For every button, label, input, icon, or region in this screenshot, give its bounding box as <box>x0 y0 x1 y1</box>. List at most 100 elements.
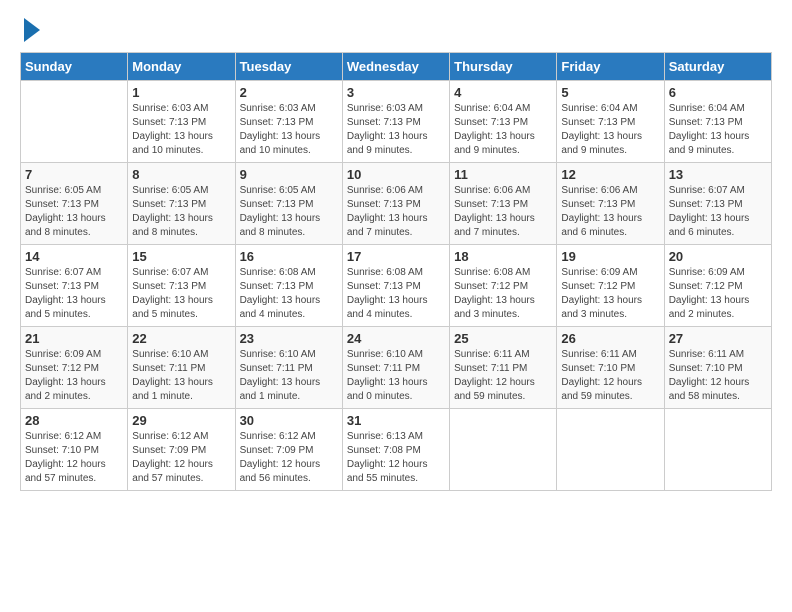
day-info: Sunrise: 6:06 AM Sunset: 7:13 PM Dayligh… <box>454 184 552 240</box>
weekday-header-wednesday: Wednesday <box>342 53 449 81</box>
calendar-cell: 9 Sunrise: 6:05 AM Sunset: 7:13 PM Daylig… <box>235 163 342 245</box>
day-number: 6 <box>669 85 767 100</box>
calendar-week-row: 28 Sunrise: 6:12 AM Sunset: 7:10 PM Dayli… <box>21 409 772 491</box>
day-info: Sunrise: 6:06 AM Sunset: 7:13 PM Dayligh… <box>347 184 445 240</box>
calendar-week-row: 21 Sunrise: 6:09 AM Sunset: 7:12 PM Dayli… <box>21 327 772 409</box>
day-number: 31 <box>347 413 445 428</box>
calendar-cell: 23Sunrise: 6:10 AM Sunset: 7:11 PM Dayli… <box>235 327 342 409</box>
calendar-cell: 6 Sunrise: 6:04 AM Sunset: 7:13 PM Daylig… <box>664 81 771 163</box>
day-number: 28 <box>25 413 123 428</box>
calendar-cell: 19 Sunrise: 6:09 AM Sunset: 7:12 PM Dayli… <box>557 245 664 327</box>
day-number: 7 <box>25 167 123 182</box>
day-info: Sunrise: 6:03 AM Sunset: 7:13 PM Dayligh… <box>132 102 230 158</box>
calendar-cell <box>450 409 557 491</box>
calendar-cell <box>21 81 128 163</box>
day-number: 4 <box>454 85 552 100</box>
day-info: Sunrise: 6:05 AM Sunset: 7:13 PM Dayligh… <box>25 184 123 240</box>
calendar-cell <box>557 409 664 491</box>
day-info: Sunrise: 6:12 AM Sunset: 7:10 PM Dayligh… <box>25 430 123 486</box>
day-info: Sunrise: 6:09 AM Sunset: 7:12 PM Dayligh… <box>669 266 767 322</box>
day-number: 29 <box>132 413 230 428</box>
weekday-header-row: SundayMondayTuesdayWednesdayThursdayFrid… <box>21 53 772 81</box>
calendar-week-row: 7 Sunrise: 6:05 AM Sunset: 7:13 PM Daylig… <box>21 163 772 245</box>
day-info: Sunrise: 6:06 AM Sunset: 7:13 PM Dayligh… <box>561 184 659 240</box>
day-info: Sunrise: 6:11 AM Sunset: 7:10 PM Dayligh… <box>669 348 767 404</box>
day-info: Sunrise: 6:03 AM Sunset: 7:13 PM Dayligh… <box>347 102 445 158</box>
calendar-cell: 30 Sunrise: 6:12 AM Sunset: 7:09 PM Dayli… <box>235 409 342 491</box>
calendar-cell: 5 Sunrise: 6:04 AM Sunset: 7:13 PM Daylig… <box>557 81 664 163</box>
calendar-cell: 25 Sunrise: 6:11 AM Sunset: 7:11 PM Dayli… <box>450 327 557 409</box>
day-info: Sunrise: 6:05 AM Sunset: 7:13 PM Dayligh… <box>240 184 338 240</box>
weekday-header-thursday: Thursday <box>450 53 557 81</box>
day-number: 16 <box>240 249 338 264</box>
day-info: Sunrise: 6:07 AM Sunset: 7:13 PM Dayligh… <box>25 266 123 322</box>
day-info: Sunrise: 6:12 AM Sunset: 7:09 PM Dayligh… <box>132 430 230 486</box>
day-number: 11 <box>454 167 552 182</box>
day-number: 15 <box>132 249 230 264</box>
day-info: Sunrise: 6:03 AM Sunset: 7:13 PM Dayligh… <box>240 102 338 158</box>
day-info: Sunrise: 6:12 AM Sunset: 7:09 PM Dayligh… <box>240 430 338 486</box>
calendar-cell: 13Sunrise: 6:07 AM Sunset: 7:13 PM Dayli… <box>664 163 771 245</box>
day-info: Sunrise: 6:13 AM Sunset: 7:08 PM Dayligh… <box>347 430 445 486</box>
day-number: 30 <box>240 413 338 428</box>
calendar-cell: 10 Sunrise: 6:06 AM Sunset: 7:13 PM Dayli… <box>342 163 449 245</box>
day-number: 19 <box>561 249 659 264</box>
day-number: 2 <box>240 85 338 100</box>
day-number: 13 <box>669 167 767 182</box>
day-info: Sunrise: 6:04 AM Sunset: 7:13 PM Dayligh… <box>454 102 552 158</box>
day-info: Sunrise: 6:05 AM Sunset: 7:13 PM Dayligh… <box>132 184 230 240</box>
calendar-cell: 31 Sunrise: 6:13 AM Sunset: 7:08 PM Dayli… <box>342 409 449 491</box>
logo <box>20 20 40 42</box>
day-number: 26 <box>561 331 659 346</box>
day-number: 22 <box>132 331 230 346</box>
calendar-cell: 12 Sunrise: 6:06 AM Sunset: 7:13 PM Dayli… <box>557 163 664 245</box>
calendar-cell: 24 Sunrise: 6:10 AM Sunset: 7:11 PM Dayli… <box>342 327 449 409</box>
day-info: Sunrise: 6:10 AM Sunset: 7:11 PM Dayligh… <box>240 348 338 404</box>
calendar-cell: 11 Sunrise: 6:06 AM Sunset: 7:13 PM Dayli… <box>450 163 557 245</box>
day-number: 12 <box>561 167 659 182</box>
calendar-cell: 7 Sunrise: 6:05 AM Sunset: 7:13 PM Daylig… <box>21 163 128 245</box>
calendar-cell: 3Sunrise: 6:03 AM Sunset: 7:13 PM Daylig… <box>342 81 449 163</box>
calendar-cell: 16 Sunrise: 6:08 AM Sunset: 7:13 PM Dayli… <box>235 245 342 327</box>
day-number: 24 <box>347 331 445 346</box>
calendar-cell: 29 Sunrise: 6:12 AM Sunset: 7:09 PM Dayli… <box>128 409 235 491</box>
day-info: Sunrise: 6:09 AM Sunset: 7:12 PM Dayligh… <box>561 266 659 322</box>
day-number: 5 <box>561 85 659 100</box>
calendar-cell: 15 Sunrise: 6:07 AM Sunset: 7:13 PM Dayli… <box>128 245 235 327</box>
calendar-cell: 18 Sunrise: 6:08 AM Sunset: 7:12 PM Dayli… <box>450 245 557 327</box>
day-number: 20 <box>669 249 767 264</box>
calendar-cell: 21 Sunrise: 6:09 AM Sunset: 7:12 PM Dayli… <box>21 327 128 409</box>
day-info: Sunrise: 6:04 AM Sunset: 7:13 PM Dayligh… <box>669 102 767 158</box>
weekday-header-saturday: Saturday <box>664 53 771 81</box>
day-info: Sunrise: 6:07 AM Sunset: 7:13 PM Dayligh… <box>132 266 230 322</box>
calendar-week-row: 1Sunrise: 6:03 AM Sunset: 7:13 PM Daylig… <box>21 81 772 163</box>
day-number: 8 <box>132 167 230 182</box>
calendar-cell <box>664 409 771 491</box>
weekday-header-monday: Monday <box>128 53 235 81</box>
day-info: Sunrise: 6:11 AM Sunset: 7:11 PM Dayligh… <box>454 348 552 404</box>
day-number: 14 <box>25 249 123 264</box>
calendar-cell: 22 Sunrise: 6:10 AM Sunset: 7:11 PM Dayli… <box>128 327 235 409</box>
day-number: 21 <box>25 331 123 346</box>
day-number: 17 <box>347 249 445 264</box>
day-number: 10 <box>347 167 445 182</box>
day-info: Sunrise: 6:11 AM Sunset: 7:10 PM Dayligh… <box>561 348 659 404</box>
day-info: Sunrise: 6:10 AM Sunset: 7:11 PM Dayligh… <box>132 348 230 404</box>
calendar-cell: 20 Sunrise: 6:09 AM Sunset: 7:12 PM Dayli… <box>664 245 771 327</box>
day-number: 18 <box>454 249 552 264</box>
day-info: Sunrise: 6:04 AM Sunset: 7:13 PM Dayligh… <box>561 102 659 158</box>
calendar-cell: 28 Sunrise: 6:12 AM Sunset: 7:10 PM Dayli… <box>21 409 128 491</box>
day-info: Sunrise: 6:09 AM Sunset: 7:12 PM Dayligh… <box>25 348 123 404</box>
day-number: 9 <box>240 167 338 182</box>
calendar-cell: 27 Sunrise: 6:11 AM Sunset: 7:10 PM Dayli… <box>664 327 771 409</box>
day-info: Sunrise: 6:08 AM Sunset: 7:13 PM Dayligh… <box>347 266 445 322</box>
day-number: 27 <box>669 331 767 346</box>
day-number: 25 <box>454 331 552 346</box>
calendar-cell: 17 Sunrise: 6:08 AM Sunset: 7:13 PM Dayli… <box>342 245 449 327</box>
logo-arrow-icon <box>24 18 40 42</box>
calendar-week-row: 14 Sunrise: 6:07 AM Sunset: 7:13 PM Dayli… <box>21 245 772 327</box>
day-info: Sunrise: 6:10 AM Sunset: 7:11 PM Dayligh… <box>347 348 445 404</box>
day-info: Sunrise: 6:08 AM Sunset: 7:13 PM Dayligh… <box>240 266 338 322</box>
day-info: Sunrise: 6:08 AM Sunset: 7:12 PM Dayligh… <box>454 266 552 322</box>
calendar-cell: 14 Sunrise: 6:07 AM Sunset: 7:13 PM Dayli… <box>21 245 128 327</box>
